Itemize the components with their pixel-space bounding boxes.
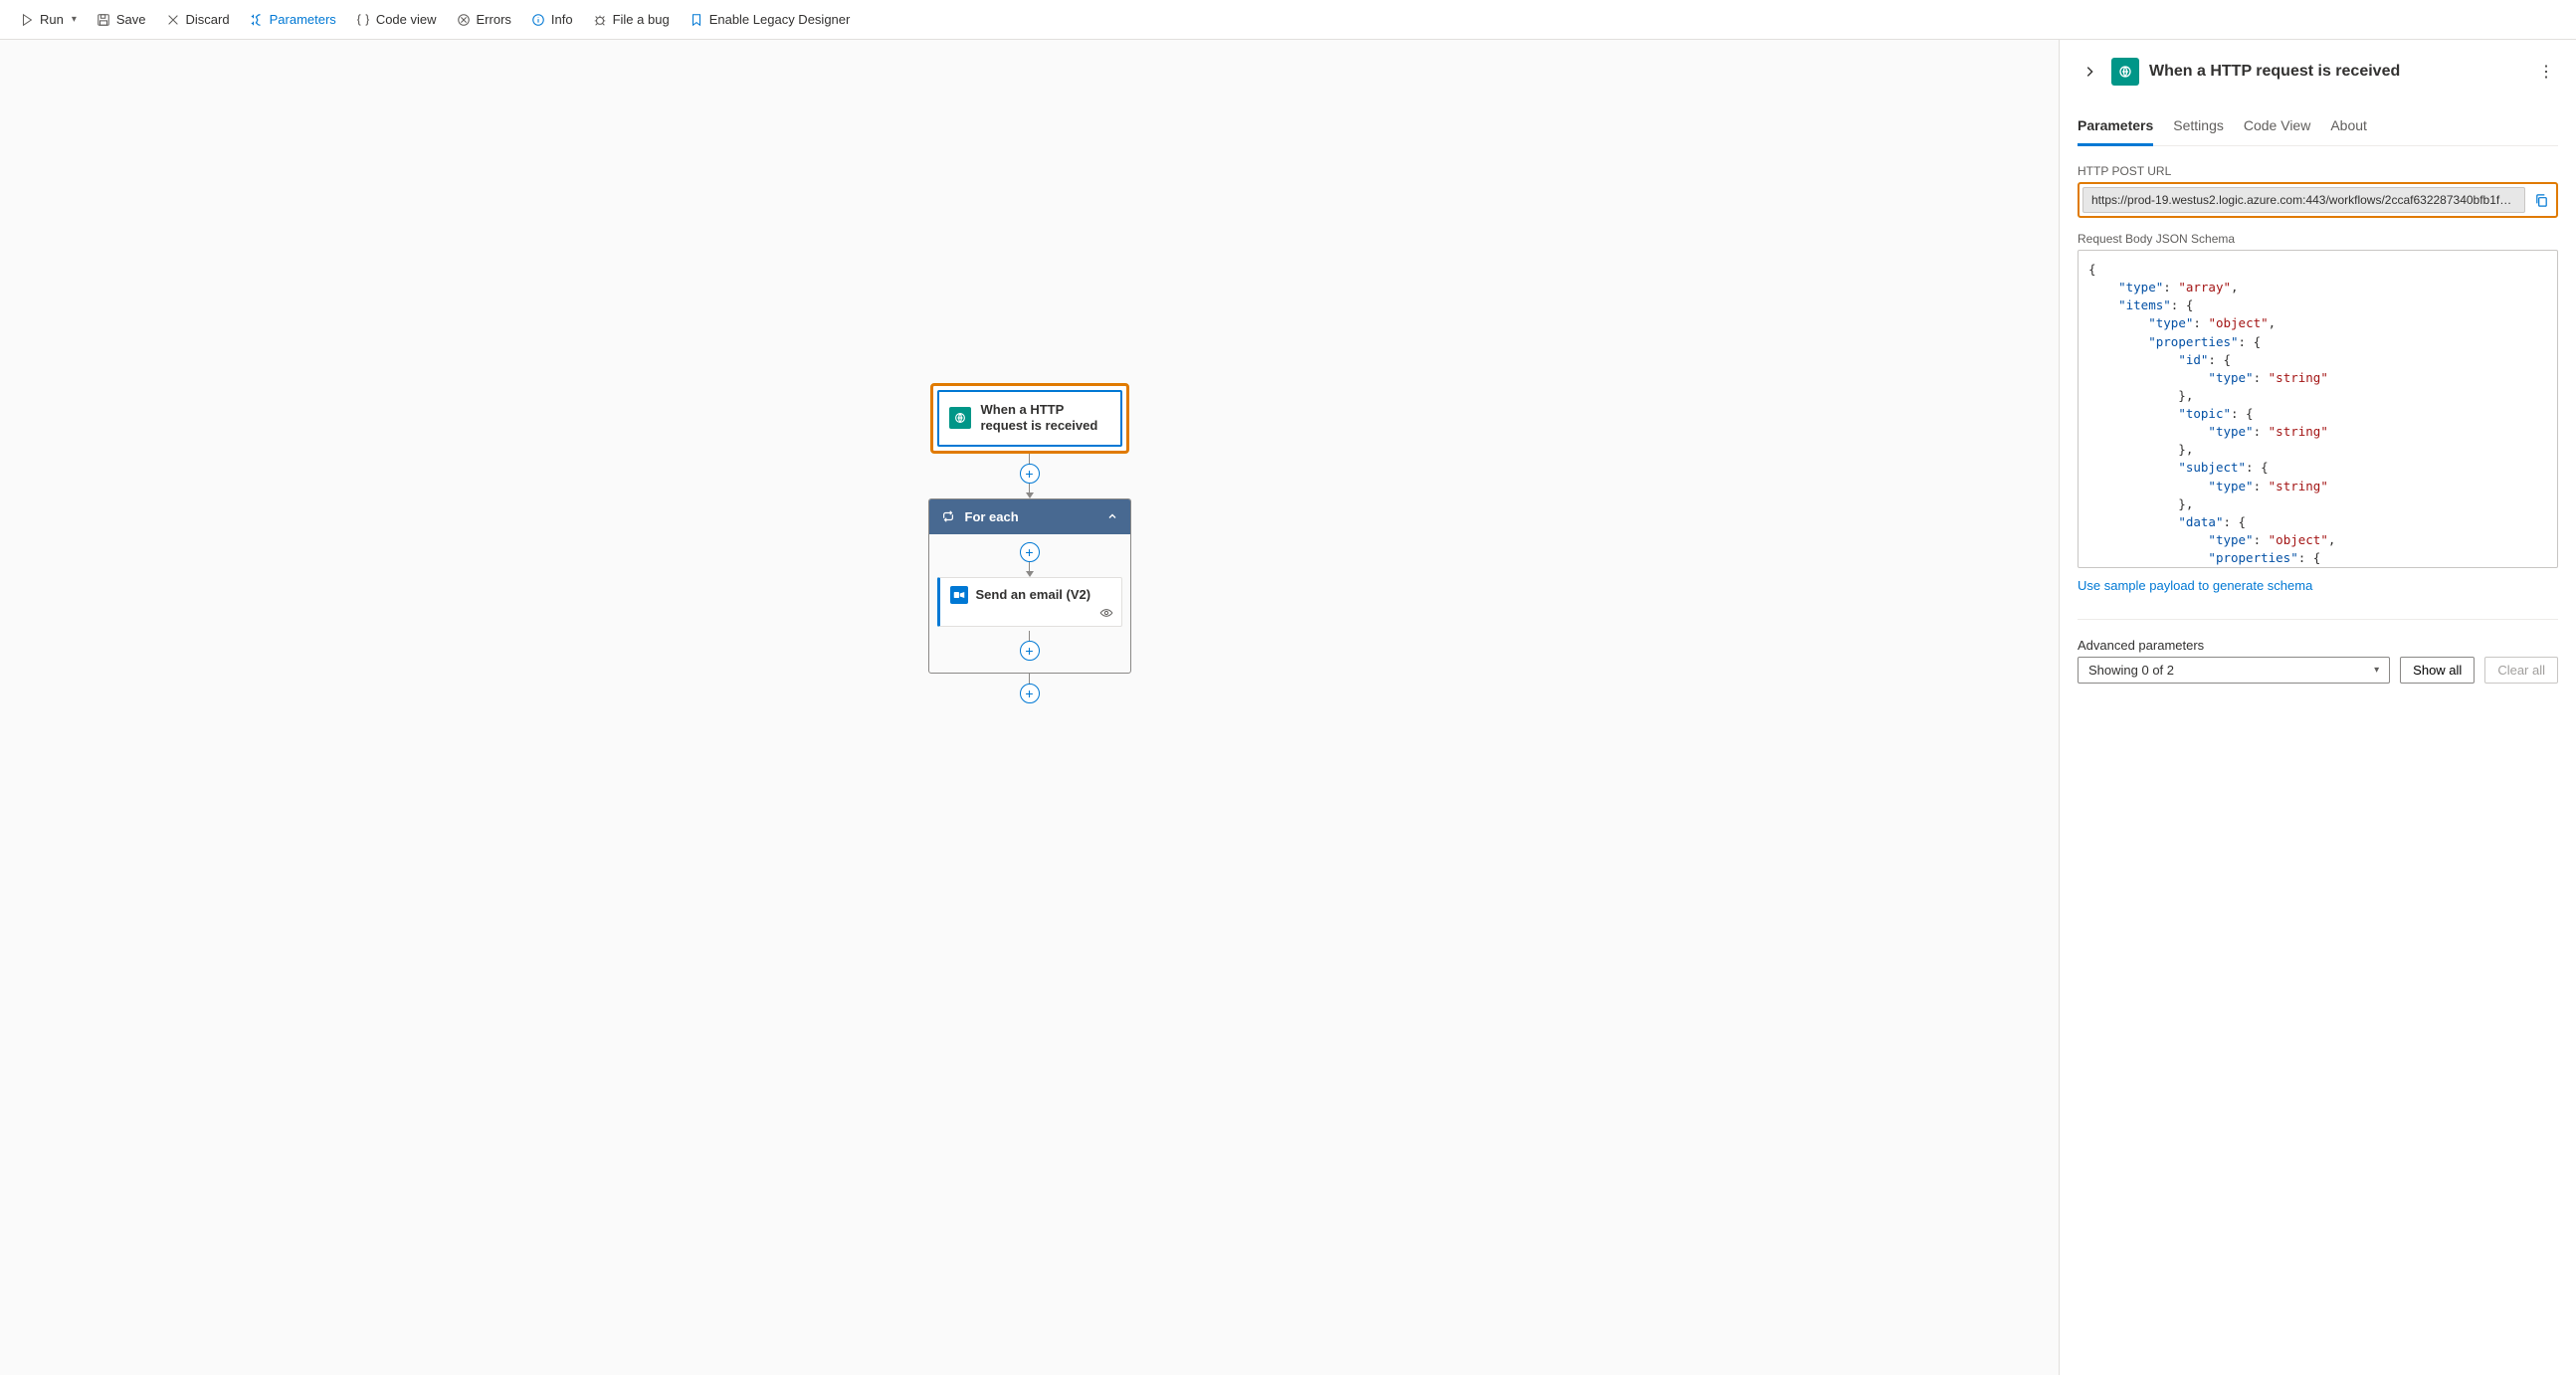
error-icon xyxy=(457,13,471,27)
errors-label: Errors xyxy=(477,12,511,27)
designer-canvas[interactable]: When a HTTP request is received + For ea… xyxy=(0,40,2059,1375)
toolbar: Run ▾ Save Discard Parameters Code view … xyxy=(0,0,2576,40)
add-step-button[interactable]: + xyxy=(1020,464,1040,484)
chevron-down-icon: ▾ xyxy=(72,14,77,25)
adv-select-value: Showing 0 of 2 xyxy=(2088,663,2174,678)
tab-settings[interactable]: Settings xyxy=(2173,109,2224,146)
parameters-button[interactable]: Parameters xyxy=(242,7,344,32)
legacy-button[interactable]: Enable Legacy Designer xyxy=(682,7,859,32)
legacy-label: Enable Legacy Designer xyxy=(709,12,851,27)
fileabug-label: File a bug xyxy=(613,12,670,27)
codeview-button[interactable]: Code view xyxy=(348,7,445,32)
foreach-header[interactable]: For each xyxy=(929,499,1130,534)
discard-label: Discard xyxy=(186,12,230,27)
add-step-button[interactable]: + xyxy=(1020,641,1040,661)
braces-icon xyxy=(356,13,370,27)
details-panel: When a HTTP request is received ⋮ Parame… xyxy=(2059,40,2576,1375)
arrow-down-icon xyxy=(1026,492,1034,498)
url-label: HTTP POST URL xyxy=(2078,164,2558,178)
adv-params-label: Advanced parameters xyxy=(2078,638,2558,653)
chevron-up-icon[interactable] xyxy=(1106,510,1118,522)
trigger-title: When a HTTP request is received xyxy=(981,402,1110,435)
connector: + xyxy=(930,454,1129,498)
run-button[interactable]: Run ▾ xyxy=(12,7,85,32)
bug-icon xyxy=(593,13,607,27)
foreach-title: For each xyxy=(965,509,1019,524)
save-icon xyxy=(97,13,110,27)
schema-editor[interactable]: { "type": "array", "items": { "type": "o… xyxy=(2078,250,2558,568)
play-icon xyxy=(20,13,34,27)
collapse-panel-button[interactable] xyxy=(2078,60,2101,84)
info-button[interactable]: Info xyxy=(523,7,581,32)
parameters-label: Parameters xyxy=(270,12,336,27)
fileabug-button[interactable]: File a bug xyxy=(585,7,678,32)
foreach-node[interactable]: For each + Send xyxy=(928,498,1131,674)
trigger-node[interactable]: When a HTTP request is received xyxy=(930,383,1129,454)
add-step-button[interactable]: + xyxy=(1020,542,1040,562)
errors-button[interactable]: Errors xyxy=(449,7,519,32)
arrow-down-icon xyxy=(1026,571,1034,577)
url-input[interactable]: https://prod-19.westus2.logic.azure.com:… xyxy=(2082,187,2525,213)
close-icon xyxy=(166,13,180,27)
run-label: Run xyxy=(40,12,64,27)
http-trigger-icon xyxy=(2111,58,2139,86)
more-button[interactable]: ⋮ xyxy=(2534,58,2558,86)
codeview-label: Code view xyxy=(376,12,437,27)
bookmark-icon xyxy=(690,13,703,27)
action-node[interactable]: Send an email (V2) xyxy=(937,577,1122,627)
schema-label: Request Body JSON Schema xyxy=(2078,232,2558,246)
panel-title: When a HTTP request is received xyxy=(2149,63,2524,81)
url-row: https://prod-19.westus2.logic.azure.com:… xyxy=(2078,182,2558,218)
sample-payload-link[interactable]: Use sample payload to generate schema xyxy=(2078,578,2558,593)
workflow: When a HTTP request is received + For ea… xyxy=(930,383,1129,703)
add-step-button[interactable]: + xyxy=(1020,684,1040,703)
adv-params-select[interactable]: Showing 0 of 2 ▾ xyxy=(2078,657,2390,684)
showall-button[interactable]: Show all xyxy=(2400,657,2475,684)
info-label: Info xyxy=(551,12,573,27)
tabs: Parameters Settings Code View About xyxy=(2078,109,2558,146)
discard-button[interactable]: Discard xyxy=(158,7,238,32)
tab-codeview[interactable]: Code View xyxy=(2244,109,2310,146)
http-trigger-icon xyxy=(949,407,971,429)
tab-about[interactable]: About xyxy=(2330,109,2367,146)
loop-icon xyxy=(941,509,955,523)
info-icon xyxy=(531,13,545,27)
view-icon[interactable] xyxy=(1099,608,1113,621)
outlook-icon xyxy=(950,586,968,604)
save-label: Save xyxy=(116,12,146,27)
chevron-down-icon: ▾ xyxy=(2374,665,2379,676)
clearall-button: Clear all xyxy=(2484,657,2558,684)
action-title: Send an email (V2) xyxy=(976,587,1091,602)
tab-parameters[interactable]: Parameters xyxy=(2078,109,2153,146)
divider xyxy=(2078,619,2558,620)
copy-button[interactable] xyxy=(2531,190,2551,210)
save-button[interactable]: Save xyxy=(89,7,154,32)
parameters-icon xyxy=(250,13,264,27)
